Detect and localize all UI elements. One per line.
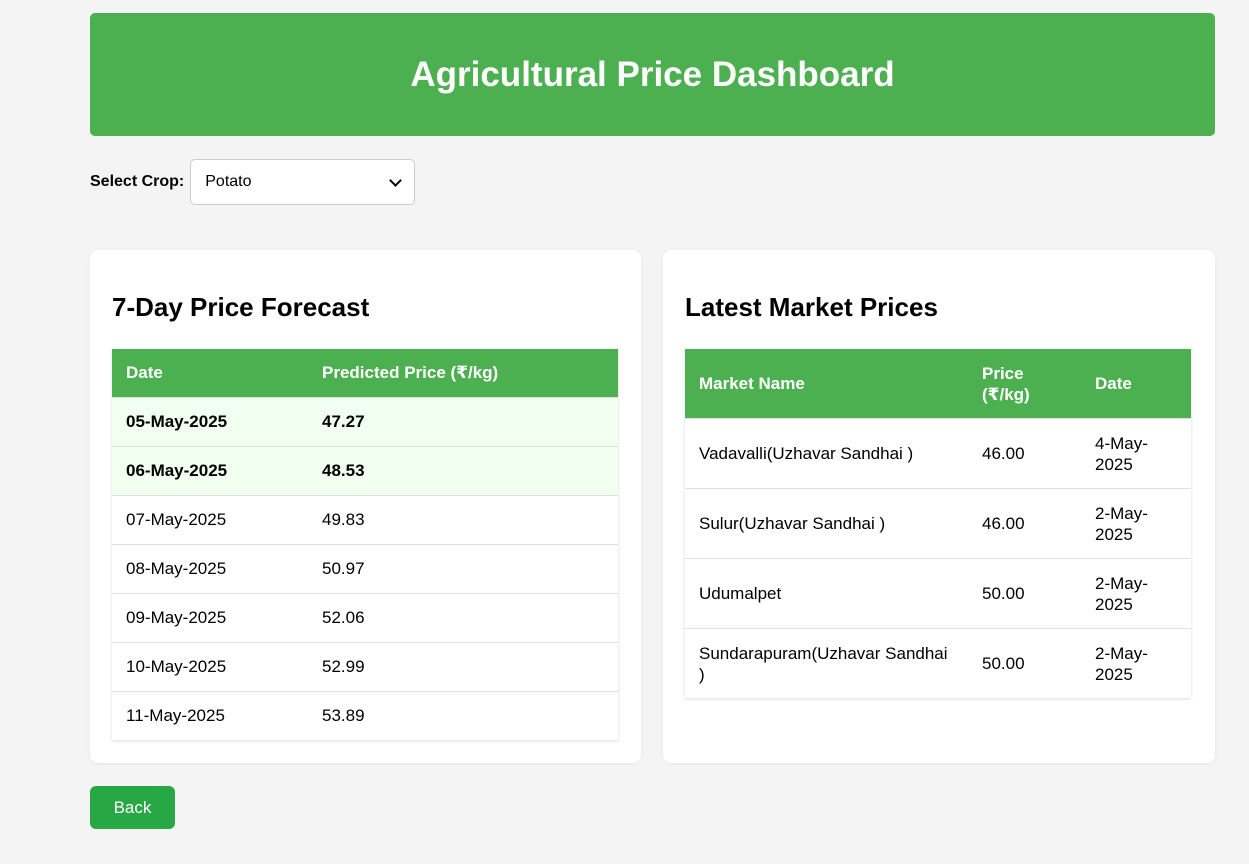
market-table: Market Name Price (₹/kg) Date Vadavalli(…: [685, 349, 1191, 698]
market-header-row: Market Name Price (₹/kg) Date: [685, 349, 1191, 419]
forecast-price-cell: 52.99: [308, 642, 618, 692]
forecast-row: 06-May-2025 48.53: [112, 446, 618, 496]
market-date-cell: 4-May-2025: [1081, 418, 1191, 489]
forecast-header-row: Date Predicted Price (₹/kg): [112, 349, 618, 398]
forecast-date-cell: 05-May-2025: [112, 397, 308, 447]
forecast-date-cell: 09-May-2025: [112, 593, 308, 643]
market-name-cell: Udumalpet: [685, 558, 968, 629]
market-name-cell: Sulur(Uzhavar Sandhai ): [685, 488, 968, 559]
market-name-cell: Vadavalli(Uzhavar Sandhai ): [685, 418, 968, 489]
forecast-table: Date Predicted Price (₹/kg) 05-May-2025 4…: [112, 349, 618, 740]
forecast-row: 11-May-2025 53.89: [112, 691, 618, 740]
forecast-row: 05-May-2025 47.27: [112, 397, 618, 447]
crop-selector-row: Select Crop: Potato: [90, 159, 416, 205]
market-date-cell: 2-May-2025: [1081, 558, 1191, 629]
market-col-date: Date: [1081, 349, 1191, 419]
forecast-card: 7-Day Price Forecast Date Predicted Pric…: [90, 250, 641, 763]
forecast-price-cell: 47.27: [308, 397, 618, 447]
market-price-cell: 50.00: [968, 558, 1081, 629]
market-row: Udumalpet 50.00 2-May-2025: [685, 558, 1191, 629]
market-row: Sundarapuram(Uzhavar Sandhai ) 50.00 2-May…: [685, 628, 1191, 698]
crop-select-dropdown[interactable]: Potato: [190, 159, 416, 205]
forecast-row: 08-May-2025 50.97: [112, 544, 618, 594]
forecast-date-cell: 11-May-2025: [112, 691, 308, 740]
chevron-down-icon: [389, 173, 403, 187]
forecast-title: 7-Day Price Forecast: [112, 292, 370, 322]
forecast-price-cell: 53.89: [308, 691, 618, 740]
market-row: Sulur(Uzhavar Sandhai ) 46.00 2-May-2025: [685, 488, 1191, 559]
market-col-name: Market Name: [685, 349, 968, 419]
market-price-cell: 46.00: [968, 488, 1081, 559]
forecast-row: 10-May-2025 52.99: [112, 642, 618, 692]
forecast-col-date: Date: [112, 349, 308, 398]
market-date-cell: 2-May-2025: [1081, 488, 1191, 559]
market-price-cell: 50.00: [968, 628, 1081, 698]
forecast-price-cell: 50.97: [308, 544, 618, 594]
forecast-row: 07-May-2025 49.83: [112, 495, 618, 545]
dashboard-header: Agricultural Price Dashboard: [90, 13, 1215, 136]
forecast-date-cell: 08-May-2025: [112, 544, 308, 594]
crop-select-value: Potato: [205, 173, 252, 190]
market-title: Latest Market Prices: [685, 292, 938, 322]
back-button[interactable]: Back: [90, 786, 175, 829]
forecast-price-cell: 52.06: [308, 593, 618, 643]
market-name-cell: Sundarapuram(Uzhavar Sandhai ): [685, 628, 968, 698]
market-card: Latest Market Prices Market Name Price (…: [663, 250, 1215, 763]
forecast-col-price: Predicted Price (₹/kg): [308, 349, 618, 398]
forecast-date-cell: 06-May-2025: [112, 446, 308, 496]
market-row: Vadavalli(Uzhavar Sandhai ) 46.00 4-May-20…: [685, 418, 1191, 489]
crop-select-label: Select Crop:: [90, 173, 185, 190]
page-title: Agricultural Price Dashboard: [410, 54, 895, 94]
market-col-price: Price (₹/kg): [968, 349, 1081, 419]
forecast-price-cell: 49.83: [308, 495, 618, 545]
forecast-row: 09-May-2025 52.06: [112, 593, 618, 643]
forecast-price-cell: 48.53: [308, 446, 618, 496]
forecast-date-cell: 07-May-2025: [112, 495, 308, 545]
forecast-date-cell: 10-May-2025: [112, 642, 308, 692]
market-price-cell: 46.00: [968, 418, 1081, 489]
market-date-cell: 2-May-2025: [1081, 628, 1191, 698]
